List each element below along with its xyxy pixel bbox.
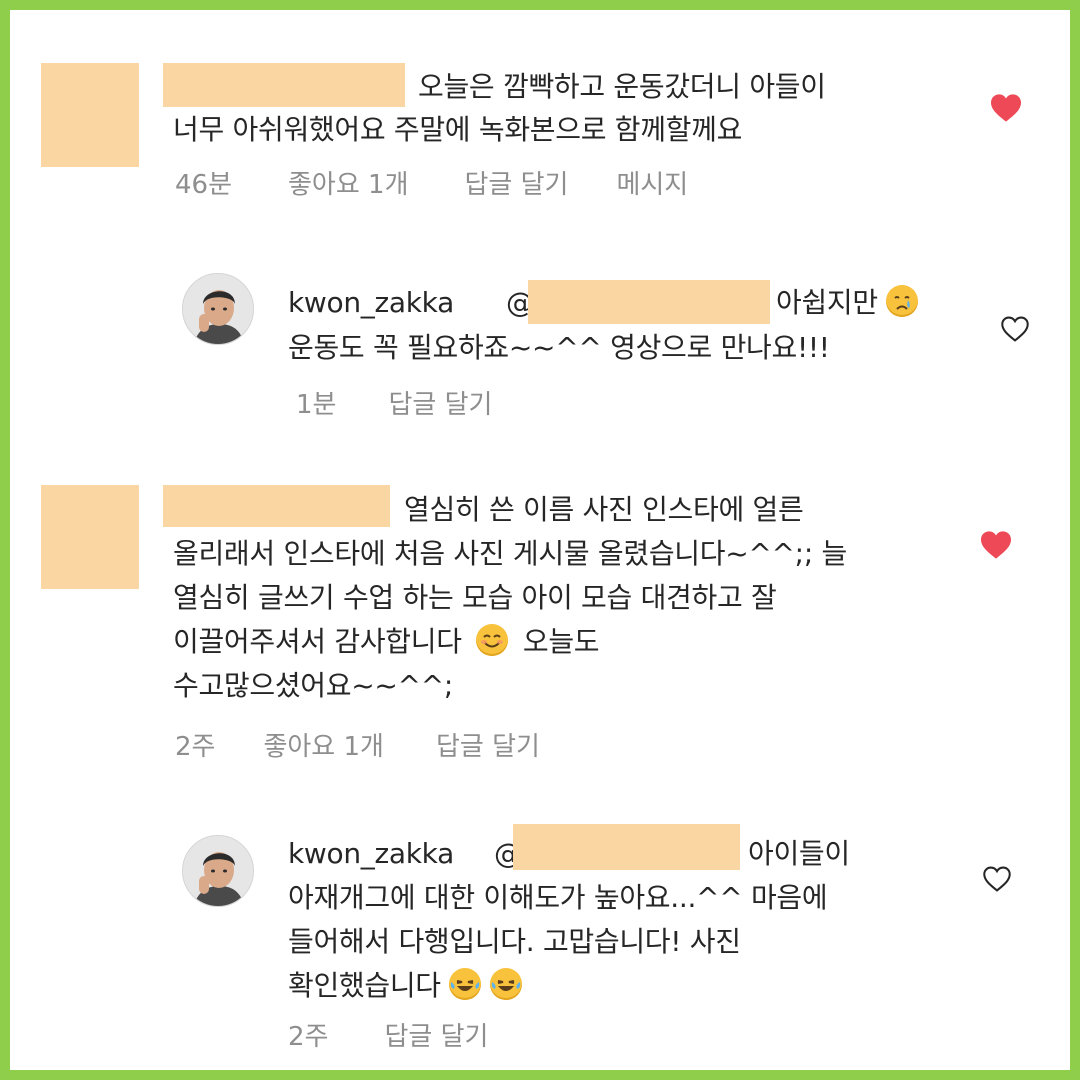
comment-meta: 2주 좋아요 1개 답글 달기: [175, 732, 588, 762]
heart-outline-icon[interactable]: [981, 865, 1013, 893]
profile-photo: [183, 836, 253, 906]
commenter-username-redacted[interactable]: [163, 63, 405, 107]
reply-meta: 1분 답글 달기: [296, 390, 540, 420]
reply-button[interactable]: 답글 달기: [436, 732, 540, 762]
heart-outline-icon[interactable]: [999, 315, 1031, 343]
reply-text-suffix: 아쉽지만: [776, 286, 878, 319]
comment-text-line: 수고많으셨어요~~^^;: [173, 669, 453, 702]
avatar[interactable]: [182, 273, 254, 345]
comment-text-line: 열심히 쓴 이름 사진 인스타에 얼른: [404, 493, 804, 526]
reply-text-line: 들어해서 다행입니다. 고맙습니다! 사진: [288, 925, 741, 958]
profile-photo: [183, 274, 253, 344]
reply-time: 1분: [296, 390, 337, 420]
reply-text-segment: 확인했습니다: [288, 969, 441, 1002]
heart-filled-icon[interactable]: [979, 530, 1013, 560]
like-count[interactable]: 좋아요 1개: [263, 732, 384, 762]
reply-button[interactable]: 답글 달기: [388, 390, 492, 420]
reply-text-line: 운동도 꼭 필요하죠~~^^ 영상으로 만나요!!!: [288, 331, 830, 364]
commenter-avatar-redacted[interactable]: [41, 63, 139, 167]
comment-text-segment: 오늘도: [522, 625, 600, 658]
smiling-face-emoji: [476, 624, 509, 656]
message-button[interactable]: 메시지: [616, 170, 688, 200]
comment-text-line: 올리래서 인스타에 처음 사진 게시물 올렸습니다~^^;; 늘: [173, 537, 848, 570]
reply-text-line: 아재개그에 대한 이해도가 높아요...^^ 마음에: [288, 881, 828, 914]
like-count[interactable]: 좋아요 1개: [288, 170, 409, 200]
comment-meta: 46분 좋아요 1개 답글 달기 메시지: [175, 170, 736, 200]
comment-text-segment: 이끌어주셔서 감사합니다: [173, 625, 462, 658]
comment-text-line: 너무 아쉬워했어요 주말에 녹화본으로 함께할께요: [173, 113, 743, 146]
reply-text-line: 아이들이: [748, 837, 850, 870]
reply-button[interactable]: 답글 달기: [384, 1022, 488, 1052]
tears-of-joy-emoji: [449, 968, 482, 1000]
comment-time: 46분: [175, 170, 233, 200]
tears-of-joy-emoji: [489, 968, 522, 1000]
reply-username[interactable]: kwon_zakka: [288, 281, 454, 324]
reply-text-line: 확인했습니다: [288, 964, 522, 1007]
crying-face-emoji: [886, 285, 919, 317]
comment-time: 2주: [175, 732, 216, 762]
comment-text-line: 열심히 글쓰기 수업 하는 모습 아이 모습 대견하고 잘: [173, 581, 777, 614]
comment-text-line: 오늘은 깜빡하고 운동갔더니 아들이: [418, 70, 826, 103]
reply-time: 2주: [288, 1022, 329, 1052]
comment-text-line: 이끌어주셔서 감사합니다 오늘도: [173, 620, 600, 663]
reply-button[interactable]: 답글 달기: [465, 170, 569, 200]
mention-username-redacted[interactable]: [528, 280, 770, 324]
heart-filled-icon[interactable]: [989, 93, 1023, 123]
commenter-avatar-redacted[interactable]: [41, 485, 139, 589]
mention-username-redacted[interactable]: [513, 824, 740, 870]
reply-meta: 2주 답글 달기: [288, 1022, 536, 1052]
frame: 오늘은 깜빡하고 운동갔더니 아들이 너무 아쉬워했어요 주말에 녹화본으로 함…: [0, 0, 1080, 1080]
commenter-username-redacted[interactable]: [163, 485, 390, 527]
avatar[interactable]: [182, 835, 254, 907]
reply-username[interactable]: kwon_zakka: [288, 832, 454, 875]
reply-text-line: 아쉽지만: [776, 281, 919, 324]
